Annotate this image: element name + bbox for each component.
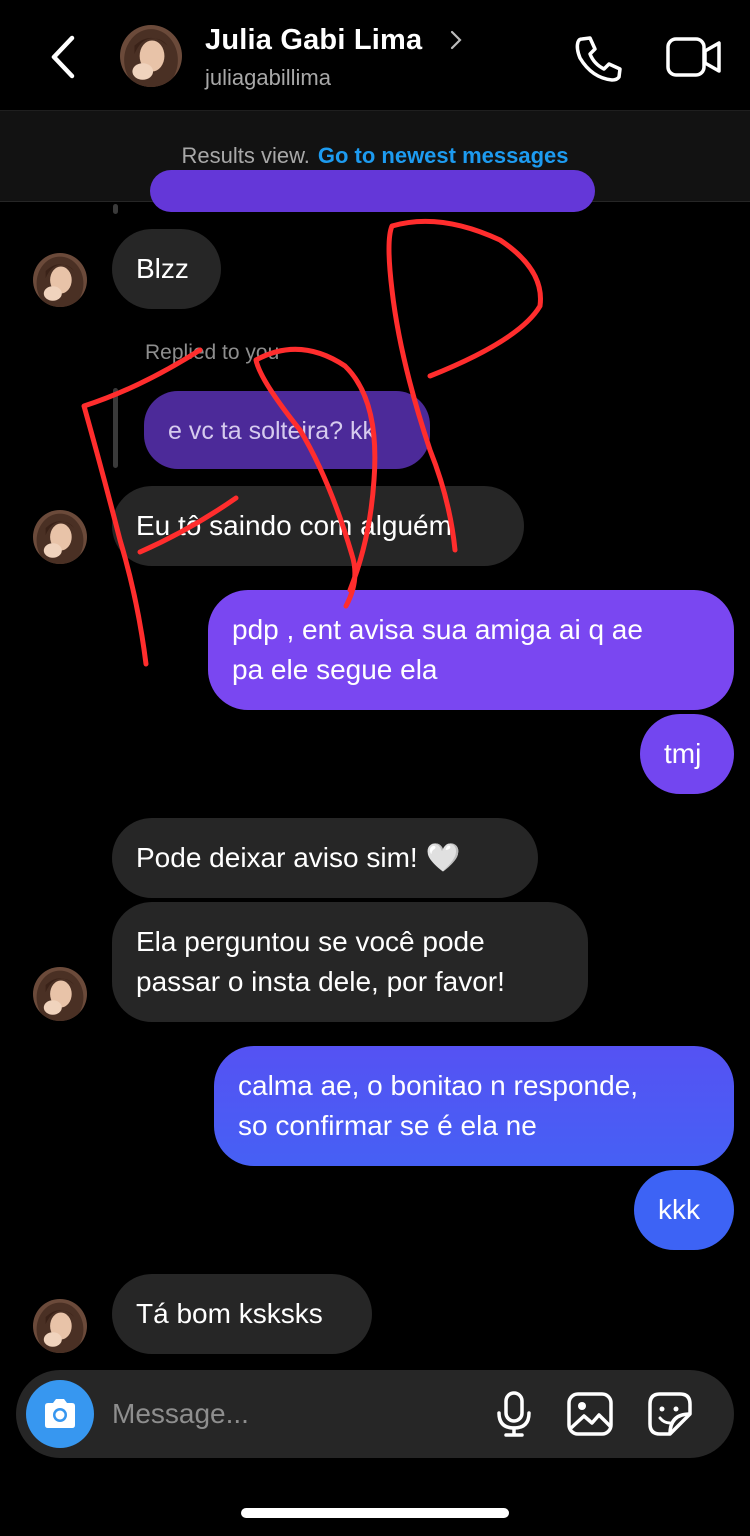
avatar-image	[33, 510, 87, 564]
message-text-line: pa ele segue ela	[232, 654, 438, 685]
go-to-newest-link[interactable]: Go to newest messages	[318, 143, 569, 169]
gallery-icon	[567, 1392, 613, 1436]
home-indicator[interactable]	[241, 1508, 509, 1518]
chevron-right-icon	[450, 30, 462, 50]
microphone-icon	[497, 1391, 531, 1437]
message-composer	[16, 1370, 734, 1458]
quoted-text: e vc ta solteira? kk	[168, 417, 376, 445]
message-text-line: pdp , ent avisa sua amiga ai q ae	[232, 614, 643, 645]
avatar-image	[33, 253, 87, 307]
gallery-button[interactable]	[566, 1390, 614, 1443]
message-bubble[interactable]: Eu tô saindo com alguém	[112, 486, 524, 566]
quoted-message[interactable]: e vc ta solteira? kk	[144, 391, 430, 469]
message-text-line: so confirmar se é ela ne	[238, 1110, 537, 1141]
phone-icon	[575, 36, 622, 82]
reply-indicator-bar	[113, 388, 118, 468]
voice-message-button[interactable]	[494, 1390, 534, 1443]
camera-icon	[45, 1399, 75, 1428]
message-bubble[interactable]: pdp , ent avisa sua amiga ai q ae pa ele…	[208, 590, 734, 710]
avatar-image	[120, 25, 182, 87]
avatar-image	[33, 1299, 87, 1353]
sticker-button[interactable]	[646, 1390, 694, 1443]
message-bubble[interactable]: kkk	[634, 1170, 734, 1250]
message-text: Pode deixar aviso sim! 🤍	[136, 842, 461, 873]
back-chevron-icon	[51, 35, 75, 79]
video-camera-icon	[666, 37, 721, 77]
message-text: Blzz	[136, 253, 189, 284]
contact-name[interactable]: Julia Gabi Lima	[205, 24, 422, 57]
audio-call-button[interactable]	[572, 34, 624, 82]
camera-button[interactable]	[26, 1380, 94, 1448]
reply-indicator-bar	[113, 204, 118, 214]
results-label: Results view.	[181, 143, 310, 168]
avatar-image	[33, 967, 87, 1021]
message-bubble[interactable]: Ela perguntou se você pode passar o inst…	[112, 902, 588, 1022]
message-bubble[interactable]: Blzz	[112, 229, 221, 309]
message-bubble[interactable]: tmj	[640, 714, 734, 794]
previous-message-bubble[interactable]	[150, 170, 595, 212]
contact-username[interactable]: juliagabillima	[205, 65, 331, 91]
message-text: kkk	[658, 1194, 700, 1225]
back-button[interactable]	[40, 30, 90, 85]
message-bubble[interactable]: Pode deixar aviso sim! 🤍	[112, 818, 538, 898]
sticker-icon	[648, 1392, 692, 1436]
chat-header: Julia Gabi Lima juliagabillima	[0, 0, 750, 111]
sender-avatar[interactable]	[33, 1299, 87, 1353]
message-input[interactable]	[112, 1392, 472, 1436]
replied-to-label: Replied to you	[145, 341, 280, 364]
sender-avatar[interactable]	[33, 967, 87, 1021]
sender-avatar[interactable]	[33, 253, 87, 307]
message-text: Eu tô saindo com alguém	[136, 510, 452, 541]
message-text-line: Ela perguntou se você pode	[136, 926, 485, 957]
sender-avatar[interactable]	[33, 510, 87, 564]
message-text: Tá bom ksksks	[136, 1298, 323, 1329]
message-text-line: calma ae, o bonitao n responde,	[238, 1070, 639, 1101]
message-text: tmj	[664, 738, 702, 769]
message-text-line: passar o insta dele, por favor!	[136, 966, 505, 997]
video-call-button[interactable]	[665, 34, 723, 80]
message-bubble[interactable]: Tá bom ksksks	[112, 1274, 372, 1354]
message-bubble[interactable]: calma ae, o bonitao n responde, so confi…	[214, 1046, 734, 1166]
contact-avatar[interactable]	[120, 25, 182, 87]
